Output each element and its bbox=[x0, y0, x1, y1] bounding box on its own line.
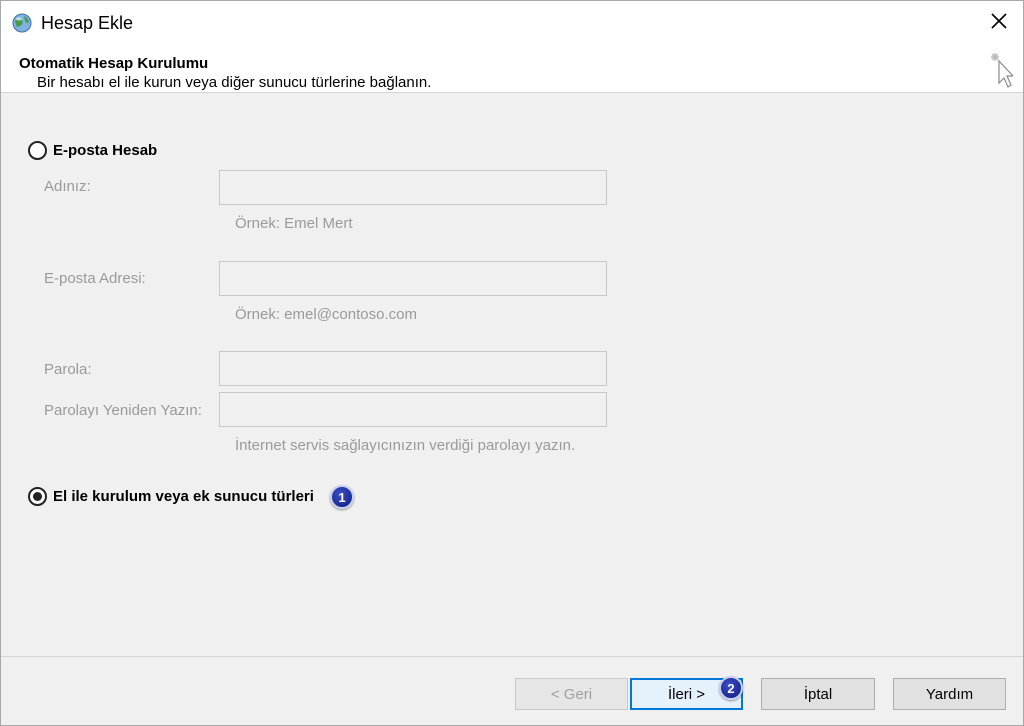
name-input[interactable] bbox=[219, 170, 607, 205]
back-button[interactable]: < Geri bbox=[515, 678, 628, 710]
email-label: E-posta Adresi: bbox=[44, 270, 146, 287]
wizard-header: Otomatik Hesap Kurulumu Bir hesabı el il… bbox=[1, 45, 1023, 93]
password-confirm-label: Parolayı Yeniden Yazın: bbox=[44, 402, 202, 419]
email-account-radio-circle[interactable] bbox=[28, 141, 47, 160]
title-bar: Hesap Ekle bbox=[1, 1, 1023, 45]
radio-selected-dot bbox=[33, 492, 42, 501]
footer-divider bbox=[1, 656, 1023, 657]
name-label: Adınız: bbox=[44, 178, 91, 195]
email-account-radio[interactable]: E-posta Hesabı bbox=[28, 141, 157, 160]
help-button[interactable]: Yardım bbox=[893, 678, 1006, 710]
password-input[interactable] bbox=[219, 351, 607, 386]
step-callout-2: 2 bbox=[719, 676, 743, 700]
name-hint: Örnek: Emel Mert bbox=[235, 215, 353, 232]
manual-setup-label: El ile kurulum veya ek sunucu türleri bbox=[53, 488, 314, 505]
email-input[interactable] bbox=[219, 261, 607, 296]
outlook-globe-icon bbox=[11, 12, 33, 34]
close-icon bbox=[991, 12, 1007, 34]
page-subtitle: Bir hesabı el ile kurun veya diğer sunuc… bbox=[37, 74, 432, 91]
page-title: Otomatik Hesap Kurulumu bbox=[19, 55, 209, 72]
magic-cursor-icon bbox=[985, 49, 1015, 89]
email-hint: Örnek: emel@contoso.com bbox=[235, 306, 417, 323]
cancel-button[interactable]: İptal bbox=[761, 678, 875, 710]
password-confirm-input[interactable] bbox=[219, 392, 607, 427]
close-button[interactable] bbox=[981, 5, 1017, 41]
manual-setup-radio[interactable]: El ile kurulum veya ek sunucu türleri bbox=[28, 487, 321, 506]
password-label: Parola: bbox=[44, 361, 92, 378]
manual-setup-radio-circle[interactable] bbox=[28, 487, 47, 506]
add-account-dialog: Hesap Ekle Otomatik Hesap Kurulumu Bir h… bbox=[0, 0, 1024, 726]
window-title: Hesap Ekle bbox=[41, 13, 134, 33]
email-account-label: E-posta Hesabı bbox=[53, 142, 157, 159]
password-hint: İnternet servis sağlayıcınızın verdiği p… bbox=[235, 437, 576, 454]
step-callout-1: 1 bbox=[330, 485, 354, 509]
